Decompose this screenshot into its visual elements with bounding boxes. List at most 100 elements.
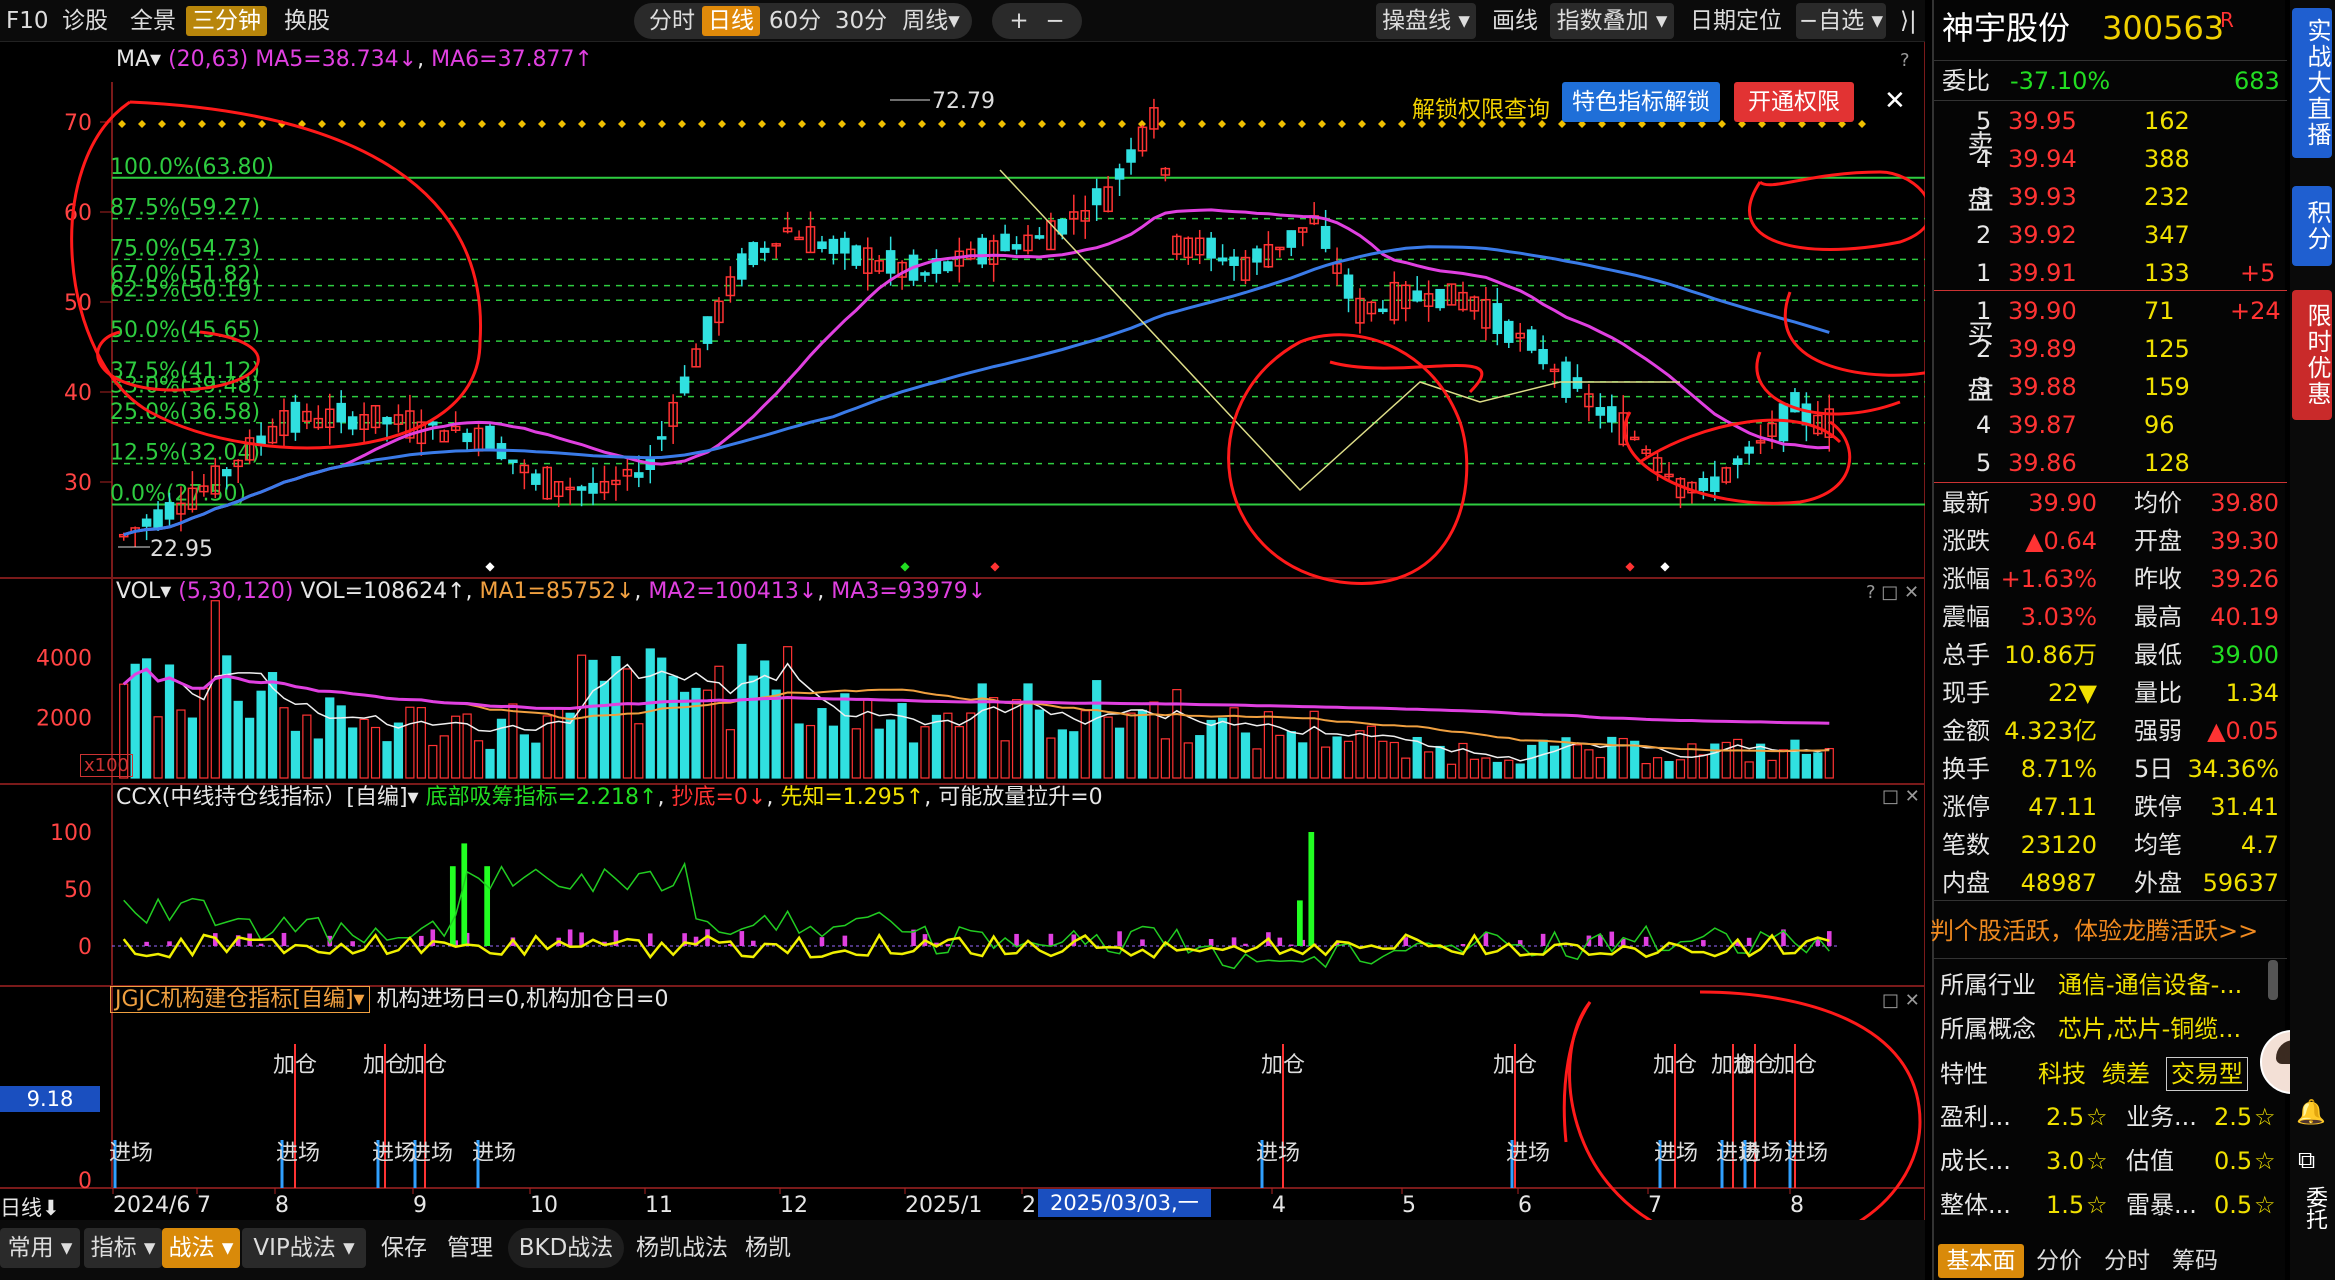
volume-bar: [1046, 737, 1056, 779]
draw-line-button[interactable]: 画线: [1486, 6, 1544, 36]
bid-row[interactable]: 5 39.86 128: [1934, 444, 2287, 482]
yangkai-button[interactable]: 杨凯: [740, 1228, 796, 1268]
manage-button[interactable]: 管理: [442, 1228, 498, 1268]
overview-button[interactable]: 全景: [124, 6, 182, 36]
ma-indicator-selector[interactable]: MA▾: [116, 47, 161, 72]
collapse-icon[interactable]: ⟩|: [1894, 6, 1923, 36]
unlock-query-link[interactable]: 解锁权限查询: [1412, 90, 1550, 124]
live-broadcast-button[interactable]: 实战大直播: [2292, 8, 2332, 158]
ccx-bar: [579, 932, 584, 946]
date-axis-label: 7: [197, 1193, 211, 1218]
volume-bar: [1675, 759, 1686, 779]
volume-bar: [336, 705, 346, 779]
switch-stock-button[interactable]: 换股: [278, 6, 336, 36]
points-button[interactable]: 积分: [2292, 186, 2332, 266]
promo-link[interactable]: 判个股活跃，体验龙腾活跃>>: [1930, 912, 2287, 950]
jgjc-panel-controls[interactable]: □ ✕: [1882, 990, 1920, 1011]
volume-bar: [668, 675, 678, 779]
ccx-indicator-selector[interactable]: CCX(中线持仓线指标）[自编]▾: [116, 785, 419, 810]
strategy-dropdown[interactable]: 战法 ▾: [162, 1228, 240, 1268]
stat-value: 47.11: [2028, 793, 2097, 821]
concept-value[interactable]: 芯片,芯片-铜缆...: [2058, 1010, 2241, 1048]
candle-body: [164, 502, 175, 520]
zoom-out-button[interactable]: −: [1040, 6, 1070, 36]
volume-bar: [1160, 738, 1170, 779]
vol-panel-controls[interactable]: ? □ ✕: [1866, 582, 1919, 603]
indicator-dropdown[interactable]: 指标 ▾: [84, 1228, 162, 1268]
feature-unlock-button[interactable]: 特色指标解锁: [1562, 82, 1720, 122]
industry-value[interactable]: 通信-通信设备-...: [2058, 966, 2242, 1004]
candle-body: [531, 473, 541, 485]
period-label[interactable]: 日线⬇: [0, 1192, 60, 1222]
chart-canvas: 7060504030100.0%(63.80)87.5%(59.27)75.0%…: [0, 42, 1933, 1250]
scrollbar-thumb[interactable]: [2268, 960, 2278, 1000]
volume-bar: [851, 728, 861, 779]
volume-bar: [1584, 749, 1594, 779]
volume-bar: [1378, 740, 1388, 779]
three-minute-button[interactable]: 三分钟: [186, 6, 267, 36]
f10-button[interactable]: F10: [0, 6, 55, 36]
stat-label: 量比: [2134, 679, 2182, 707]
industry-row[interactable]: 所属行业 通信-通信设备-...: [1934, 966, 2287, 1004]
tab-1[interactable]: 分价: [2026, 1244, 2092, 1278]
kline-chart-area[interactable]: 70 60 50 40 30 100.0%(63.80) 87.5%(59.27) 75.0%…: [0, 42, 1933, 1250]
vol-indicator-selector[interactable]: VOL▾: [116, 579, 171, 604]
signal-diamond: [518, 120, 526, 128]
ccx-bar: [167, 941, 172, 946]
help-icon[interactable]: ?: [1900, 50, 1910, 71]
volume-bar: [1572, 744, 1583, 779]
delegate-button[interactable]: 委托: [2298, 1186, 2330, 1230]
period-60min[interactable]: 60分: [766, 6, 824, 36]
index-overlay-dropdown[interactable]: 指数叠加 ▾: [1550, 3, 1674, 39]
tab-2[interactable]: 分时: [2094, 1244, 2160, 1278]
diagnose-button[interactable]: 诊股: [56, 6, 114, 36]
tab-0[interactable]: 基本面: [1938, 1244, 2024, 1278]
watchlist-dropdown[interactable]: −自选 ▾: [1796, 3, 1886, 39]
period-30min[interactable]: 30分: [832, 6, 890, 36]
open-permission-button[interactable]: 开通权限: [1734, 82, 1854, 122]
bell-icon[interactable]: 🔔: [2296, 1098, 2326, 1126]
stat-value: 39.00: [2210, 641, 2279, 669]
bkd-strategy-button[interactable]: BKD战法: [508, 1228, 624, 1268]
candle-body: [737, 253, 747, 280]
ccx-bar: [144, 941, 149, 946]
volume-bar: [1298, 742, 1308, 779]
jgjc-indicator-selector[interactable]: JGJC机构建仓指标[自编]▾: [110, 986, 370, 1013]
limited-offer-button[interactable]: 限时优惠: [2292, 290, 2332, 420]
volume-bar: [199, 687, 209, 779]
volume-bar: [874, 728, 884, 779]
volume-bar: [748, 675, 758, 779]
ask-row[interactable]: 1 39.91 133 +5: [1934, 254, 2287, 292]
save-button[interactable]: 保存: [376, 1228, 432, 1268]
add-position-label: 加仓: [1261, 1053, 1305, 1078]
volume-bar: [1011, 699, 1022, 779]
period-daily[interactable]: 日线: [702, 6, 760, 36]
zoom-in-button[interactable]: +: [1004, 6, 1034, 36]
volume-bar: [737, 643, 747, 779]
candle-body: [221, 469, 232, 477]
operation-line-dropdown[interactable]: 操盘线 ▾: [1376, 3, 1476, 39]
volume-bar: [1435, 745, 1445, 779]
ask-volume: 388: [2144, 145, 2190, 173]
volume-bar: [554, 708, 564, 779]
period-weekly[interactable]: 周线▾: [896, 6, 966, 36]
date-locate-button[interactable]: 日期定位: [1684, 6, 1788, 36]
volume-bar: [1206, 719, 1216, 779]
ccx-panel-controls[interactable]: □ ✕: [1882, 786, 1920, 807]
volume-bar: [966, 712, 976, 779]
vip-strategy-dropdown[interactable]: VIP战法 ▾: [242, 1228, 366, 1268]
period-timeshare[interactable]: 分时: [646, 6, 698, 36]
signal-diamond: [538, 120, 546, 128]
volume-bar: [405, 706, 415, 779]
yangkai-strategy-button[interactable]: 杨凯战法: [630, 1228, 734, 1268]
star-icon: ☆: [2086, 1191, 2108, 1219]
close-overlay-icon[interactable]: ✕: [1884, 86, 1906, 116]
trait-tag-selected[interactable]: 交易型: [2166, 1057, 2248, 1091]
promo-text[interactable]: 判个股活跃，体验龙腾活跃>>: [1930, 912, 2258, 950]
stat-label: 5日: [2134, 755, 2174, 783]
common-dropdown[interactable]: 常用 ▾: [0, 1228, 80, 1268]
stat-value: 22▼: [2048, 679, 2097, 707]
crop-icon[interactable]: ⧉: [2298, 1146, 2315, 1174]
tab-3[interactable]: 筹码: [2162, 1244, 2228, 1278]
concept-row[interactable]: 所属概念 芯片,芯片-铜缆...: [1934, 1010, 2287, 1048]
